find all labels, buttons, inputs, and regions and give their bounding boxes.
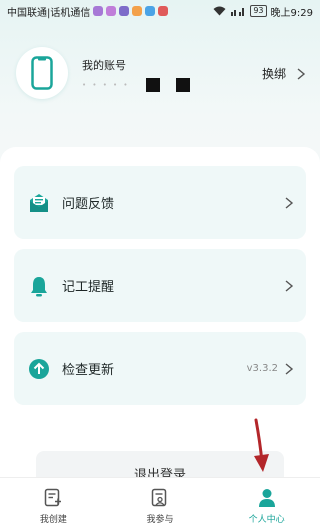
upload-arrow-icon bbox=[28, 358, 50, 380]
notification-icon bbox=[106, 6, 117, 16]
notification-icon bbox=[119, 6, 130, 16]
tab-my-participated[interactable]: 我参与 bbox=[107, 478, 214, 531]
wifi-icon bbox=[213, 6, 226, 16]
masked-dots: • • • • • bbox=[82, 81, 130, 89]
tab-personal-center[interactable]: 个人中心 bbox=[213, 478, 320, 531]
avatar bbox=[16, 47, 68, 99]
menu-item-label: 检查更新 bbox=[62, 363, 115, 378]
account-masked-number: • • • • • bbox=[82, 78, 190, 92]
switch-account-button[interactable]: 换绑 bbox=[262, 65, 306, 82]
notification-icon bbox=[145, 6, 156, 16]
battery-icon: 93 bbox=[250, 5, 267, 17]
account-title: 我的账号 bbox=[82, 59, 126, 72]
menu-item-feedback[interactable]: 问题反馈 bbox=[14, 166, 306, 239]
status-bar: 中国联通|话机通信 93 晚上9:29 bbox=[0, 0, 320, 22]
chevron-right-icon bbox=[285, 279, 294, 292]
status-right: 93 晚上9:29 bbox=[213, 4, 313, 19]
notification-icons bbox=[93, 6, 169, 16]
signal-icon bbox=[230, 6, 246, 16]
chevron-right-icon bbox=[285, 362, 294, 375]
redaction-block bbox=[175, 78, 190, 92]
notification-icon bbox=[158, 6, 169, 16]
switch-label: 换绑 bbox=[261, 67, 286, 81]
tab-my-created[interactable]: 我创建 bbox=[0, 478, 107, 531]
clock: 晚上9:29 bbox=[270, 7, 313, 19]
chevron-right-icon bbox=[297, 67, 306, 80]
notification-icon bbox=[132, 6, 143, 16]
annotation-arrow-icon bbox=[254, 418, 269, 472]
tab-label: 我参与 bbox=[146, 515, 174, 525]
feedback-icon bbox=[28, 192, 50, 214]
person-icon bbox=[258, 488, 276, 508]
menu-item-label: 记工提醒 bbox=[62, 280, 115, 295]
menu-item-check-update[interactable]: 检查更新 v3.3.2 bbox=[14, 332, 306, 405]
account-header: 我的账号 • • • • • 换绑 bbox=[0, 40, 320, 120]
menu-item-label: 问题反馈 bbox=[62, 197, 115, 212]
tab-label: 个人中心 bbox=[248, 515, 285, 525]
create-doc-icon bbox=[44, 488, 62, 508]
carrier-name: 中国联通|话机通信 bbox=[7, 7, 91, 19]
bottom-tab-bar: 我创建 我参与 个人中心 bbox=[0, 477, 320, 531]
bell-icon bbox=[28, 275, 50, 297]
redaction-block bbox=[145, 78, 160, 92]
chevron-right-icon bbox=[285, 196, 294, 209]
version-text: v3.3.2 bbox=[246, 363, 278, 374]
join-doc-icon bbox=[151, 488, 169, 508]
phone-icon bbox=[31, 56, 53, 90]
tab-label: 我创建 bbox=[39, 515, 67, 525]
notification-icon bbox=[93, 6, 104, 16]
menu-item-work-reminder[interactable]: 记工提醒 bbox=[14, 249, 306, 322]
